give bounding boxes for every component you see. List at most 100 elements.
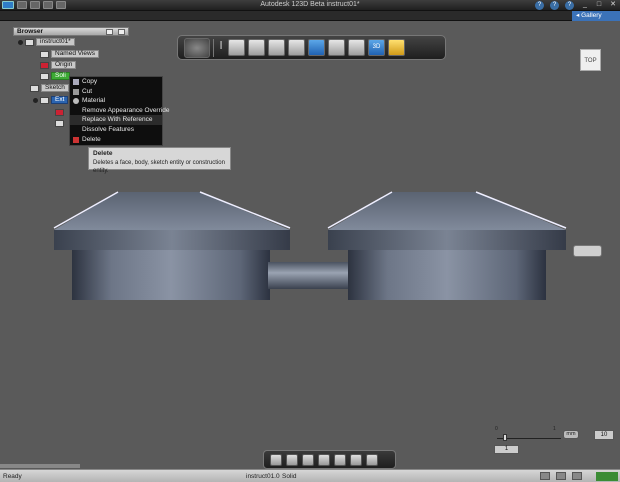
menu-item-dissolve[interactable]: Dissolve Features (70, 125, 162, 135)
horizontal-scrollbar[interactable] (0, 464, 80, 468)
menu-item-label: Dissolve Features (82, 125, 135, 133)
connector-rod (268, 262, 350, 289)
viewcube[interactable]: TOP (580, 49, 601, 71)
max-value-field[interactable]: 10 (594, 430, 614, 440)
measure-icon[interactable] (348, 39, 365, 56)
zoom-icon[interactable] (302, 453, 314, 466)
sketch-pencil-icon[interactable]: ǀ (217, 39, 225, 56)
tree-root[interactable]: instruct01* (18, 38, 75, 46)
right-part[interactable] (327, 191, 567, 300)
folder-icon (40, 50, 49, 58)
menu-item-copy[interactable]: Copy (70, 77, 162, 87)
status-mode: Solid (282, 473, 297, 480)
hidden-icon (55, 108, 64, 116)
status-bar: Ready instruct01.0 Solid (0, 469, 620, 482)
3d-text-icon[interactable]: 3D (368, 39, 385, 56)
tree-sketch[interactable]: Sketch (30, 84, 69, 92)
gallery-button[interactable]: ◂ Gallery (572, 11, 620, 21)
navigation-bar (263, 450, 396, 469)
solid-icon (40, 72, 49, 80)
menu-item-replace[interactable]: Replace With Reference (70, 115, 162, 125)
help-icon[interactable]: ? (535, 1, 544, 10)
help-icon[interactable]: ? (550, 1, 559, 10)
menu-item-label: Material (82, 97, 106, 105)
browser-pin-icon[interactable] (106, 29, 113, 35)
gallery-label: Gallery (581, 12, 602, 19)
scissors-icon (73, 88, 79, 95)
status-indicator[interactable] (596, 472, 618, 481)
orbit-icon[interactable] (270, 453, 282, 466)
menu-item-cut[interactable]: Cut (70, 87, 162, 97)
tree-extrude[interactable]: Ext (33, 96, 69, 104)
body-icon (55, 119, 64, 127)
pan-hand-icon[interactable] (286, 453, 298, 466)
viewport-model[interactable] (0, 0, 620, 482)
tooltip-description: Deletes a face, body, sketch entity or c… (93, 160, 225, 174)
delete-icon (73, 136, 79, 143)
status-ready: Ready (3, 473, 22, 480)
title-bar: Autodesk 123D Beta instruct01* ? ? ? _ □… (0, 0, 620, 11)
precision-slider-panel: 0 1 1 mm 10 (493, 424, 619, 458)
tooltip-title: Delete (93, 150, 113, 157)
window-title: Autodesk 123D Beta instruct01* (260, 1, 360, 8)
menu-item-material[interactable]: Material (70, 96, 162, 106)
navigation-mini-widget[interactable] (573, 245, 602, 257)
help-icon[interactable]: ? (565, 1, 574, 10)
ortho-icon[interactable] (572, 472, 582, 480)
tree-item-label: Soli (51, 72, 70, 80)
slider-tick-min: 0 (495, 426, 498, 432)
secondary-bar: ◂ Gallery (0, 11, 620, 21)
menu-item-label: Copy (82, 78, 98, 85)
hidden-icon (40, 61, 49, 69)
visibility-icon[interactable] (18, 39, 23, 45)
visibility-icon[interactable] (33, 97, 38, 103)
tree-item-label: Sketch (41, 84, 69, 92)
browser-panel-header[interactable]: Browser (13, 27, 129, 36)
left-part[interactable] (53, 191, 291, 300)
snap-icon[interactable] (556, 472, 566, 480)
slider-value-field[interactable]: 1 (494, 445, 519, 454)
close-button[interactable]: ✕ (608, 1, 618, 9)
menu-item-label: Cut (82, 87, 93, 95)
look-at-icon[interactable] (334, 453, 346, 466)
browser-title: Browser (17, 28, 44, 35)
section-icon[interactable] (350, 453, 362, 466)
tree-solid[interactable]: Soli (40, 72, 70, 80)
toolbar-separator (213, 38, 214, 57)
copy-icon (73, 79, 79, 85)
construct-box-icon[interactable] (248, 39, 265, 56)
grid-icon[interactable] (540, 472, 550, 480)
tree-item-label: Ext (51, 96, 69, 104)
browser-close-icon[interactable] (118, 29, 125, 35)
menu-item-label: Delete (82, 135, 101, 143)
context-menu: Copy Cut Material Remove Appearance Over… (69, 76, 169, 146)
primitive-box-icon[interactable] (228, 39, 245, 56)
tree-child[interactable] (55, 108, 66, 116)
modify-move-icon[interactable] (268, 39, 285, 56)
material-icon[interactable] (388, 39, 405, 56)
combine-icon[interactable] (328, 39, 345, 56)
pattern-icon[interactable] (288, 39, 305, 56)
home-view-icon[interactable] (184, 37, 210, 58)
help-icons: ? ? ? (535, 1, 574, 10)
slider-tick-max: 1 (553, 426, 556, 432)
tree-named-views[interactable]: Named Views (40, 50, 99, 58)
extrude-icon (40, 96, 49, 104)
menu-item-delete[interactable]: Delete (70, 135, 162, 145)
tree-child[interactable] (55, 119, 66, 127)
main-toolbar: ǀ 3D (177, 35, 446, 60)
menu-item-remove-appearance[interactable]: Remove Appearance Override (70, 106, 169, 116)
group-box-icon[interactable] (308, 39, 325, 56)
slider-thumb[interactable] (503, 434, 507, 441)
fit-all-icon[interactable] (318, 453, 330, 466)
visual-style-icon[interactable] (366, 453, 378, 466)
unit-button[interactable]: mm (563, 430, 579, 439)
material-icon (73, 98, 79, 105)
maximize-button[interactable]: □ (594, 1, 604, 9)
tree-item-label: Named Views (51, 50, 99, 58)
window-controls: _ □ ✕ (580, 1, 618, 9)
tree-origin[interactable]: Origin (40, 61, 77, 69)
tree-item-label: Origin (51, 61, 77, 69)
minimize-button[interactable]: _ (580, 1, 590, 9)
tooltip: Delete Deletes a face, body, sketch enti… (88, 147, 231, 174)
